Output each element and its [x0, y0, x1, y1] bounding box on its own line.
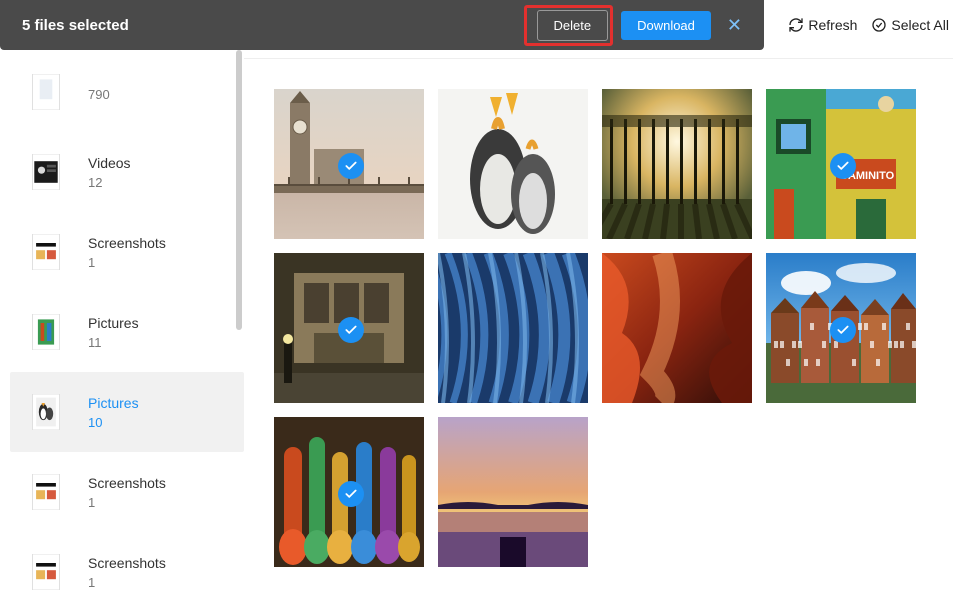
sidebar-item-6[interactable]: Screenshots 1 — [10, 532, 244, 606]
sidebar: 790 Videos 12 Screenshots 1 Pictures 11 … — [0, 50, 244, 606]
select-all-icon — [871, 17, 887, 33]
folder-name: Pictures — [88, 315, 139, 331]
sidebar-item-2[interactable]: Screenshots 1 — [10, 212, 244, 292]
folder-count: 1 — [88, 495, 166, 510]
sidebar-item-1[interactable]: Videos 12 — [10, 132, 244, 212]
sidebar-item-3[interactable]: Pictures 11 — [10, 292, 244, 372]
content-area: CAMINITO — [244, 58, 953, 606]
folder-name: Screenshots — [88, 555, 166, 571]
photo-image — [602, 253, 752, 403]
folder-info: Videos 12 — [88, 155, 131, 190]
photo-image — [438, 253, 588, 403]
photo-penguins[interactable] — [438, 89, 588, 239]
selected-check-icon — [338, 481, 364, 507]
folder-count: 790 — [88, 87, 110, 102]
toolbar: Refresh Select All — [764, 0, 961, 50]
select-all-label: Select All — [891, 17, 949, 33]
folder-thumb-icon — [24, 150, 68, 194]
sidebar-item-0[interactable]: 790 — [10, 52, 244, 132]
sidebar-item-5[interactable]: Screenshots 1 — [10, 452, 244, 532]
folder-info: Screenshots 1 — [88, 475, 166, 510]
folder-count: 1 — [88, 575, 166, 590]
folder-count: 11 — [88, 335, 139, 350]
delete-button[interactable]: Delete — [537, 10, 609, 41]
folder-name: Videos — [88, 155, 131, 171]
select-all-button[interactable]: Select All — [871, 17, 949, 33]
folder-info: Screenshots 1 — [88, 235, 166, 270]
close-icon[interactable]: ✕ — [711, 15, 750, 36]
photo-canyon[interactable] — [602, 253, 752, 403]
photo-amsterdam[interactable] — [766, 253, 916, 403]
delete-button-highlight: Delete — [524, 5, 614, 46]
photo-hookah[interactable] — [274, 417, 424, 567]
folder-count: 1 — [88, 255, 166, 270]
photo-image — [602, 89, 752, 239]
selected-check-icon — [338, 153, 364, 179]
folder-count: 12 — [88, 175, 131, 190]
folder-info: 790 — [88, 83, 110, 102]
scrollbar[interactable] — [236, 50, 242, 330]
refresh-label: Refresh — [808, 17, 857, 33]
photo-blue-fabric[interactable] — [438, 253, 588, 403]
photo-grid: CAMINITO — [274, 89, 933, 567]
folder-thumb-icon — [24, 470, 68, 514]
photo-trees[interactable] — [602, 89, 752, 239]
selected-check-icon — [830, 153, 856, 179]
photo-image — [438, 417, 588, 567]
folder-thumb-icon — [24, 550, 68, 594]
folder-thumb-icon — [24, 390, 68, 434]
folder-thumb-icon — [24, 230, 68, 274]
download-button[interactable]: Download — [621, 11, 711, 40]
folder-thumb-icon — [24, 70, 68, 114]
folder-name: Pictures — [88, 395, 139, 411]
photo-sunset-lake[interactable] — [438, 417, 588, 567]
photo-image — [438, 89, 588, 239]
selected-count: 5 files selected — [22, 17, 524, 34]
sidebar-item-4[interactable]: Pictures 10 — [10, 372, 244, 452]
photo-copenhagen[interactable] — [274, 253, 424, 403]
folder-name: Screenshots — [88, 475, 166, 491]
folder-info: Screenshots 1 — [88, 555, 166, 590]
folder-count: 10 — [88, 415, 139, 430]
photo-caminito[interactable]: CAMINITO — [766, 89, 916, 239]
selected-check-icon — [338, 317, 364, 343]
folder-thumb-icon — [24, 310, 68, 354]
selected-check-icon — [830, 317, 856, 343]
folder-info: Pictures 10 — [88, 395, 139, 430]
selection-bar: 5 files selected Delete Download ✕ — [0, 0, 764, 50]
photo-bigben[interactable] — [274, 89, 424, 239]
folder-info: Pictures 11 — [88, 315, 139, 350]
refresh-button[interactable]: Refresh — [788, 17, 857, 33]
folder-name: Screenshots — [88, 235, 166, 251]
refresh-icon — [788, 17, 804, 33]
